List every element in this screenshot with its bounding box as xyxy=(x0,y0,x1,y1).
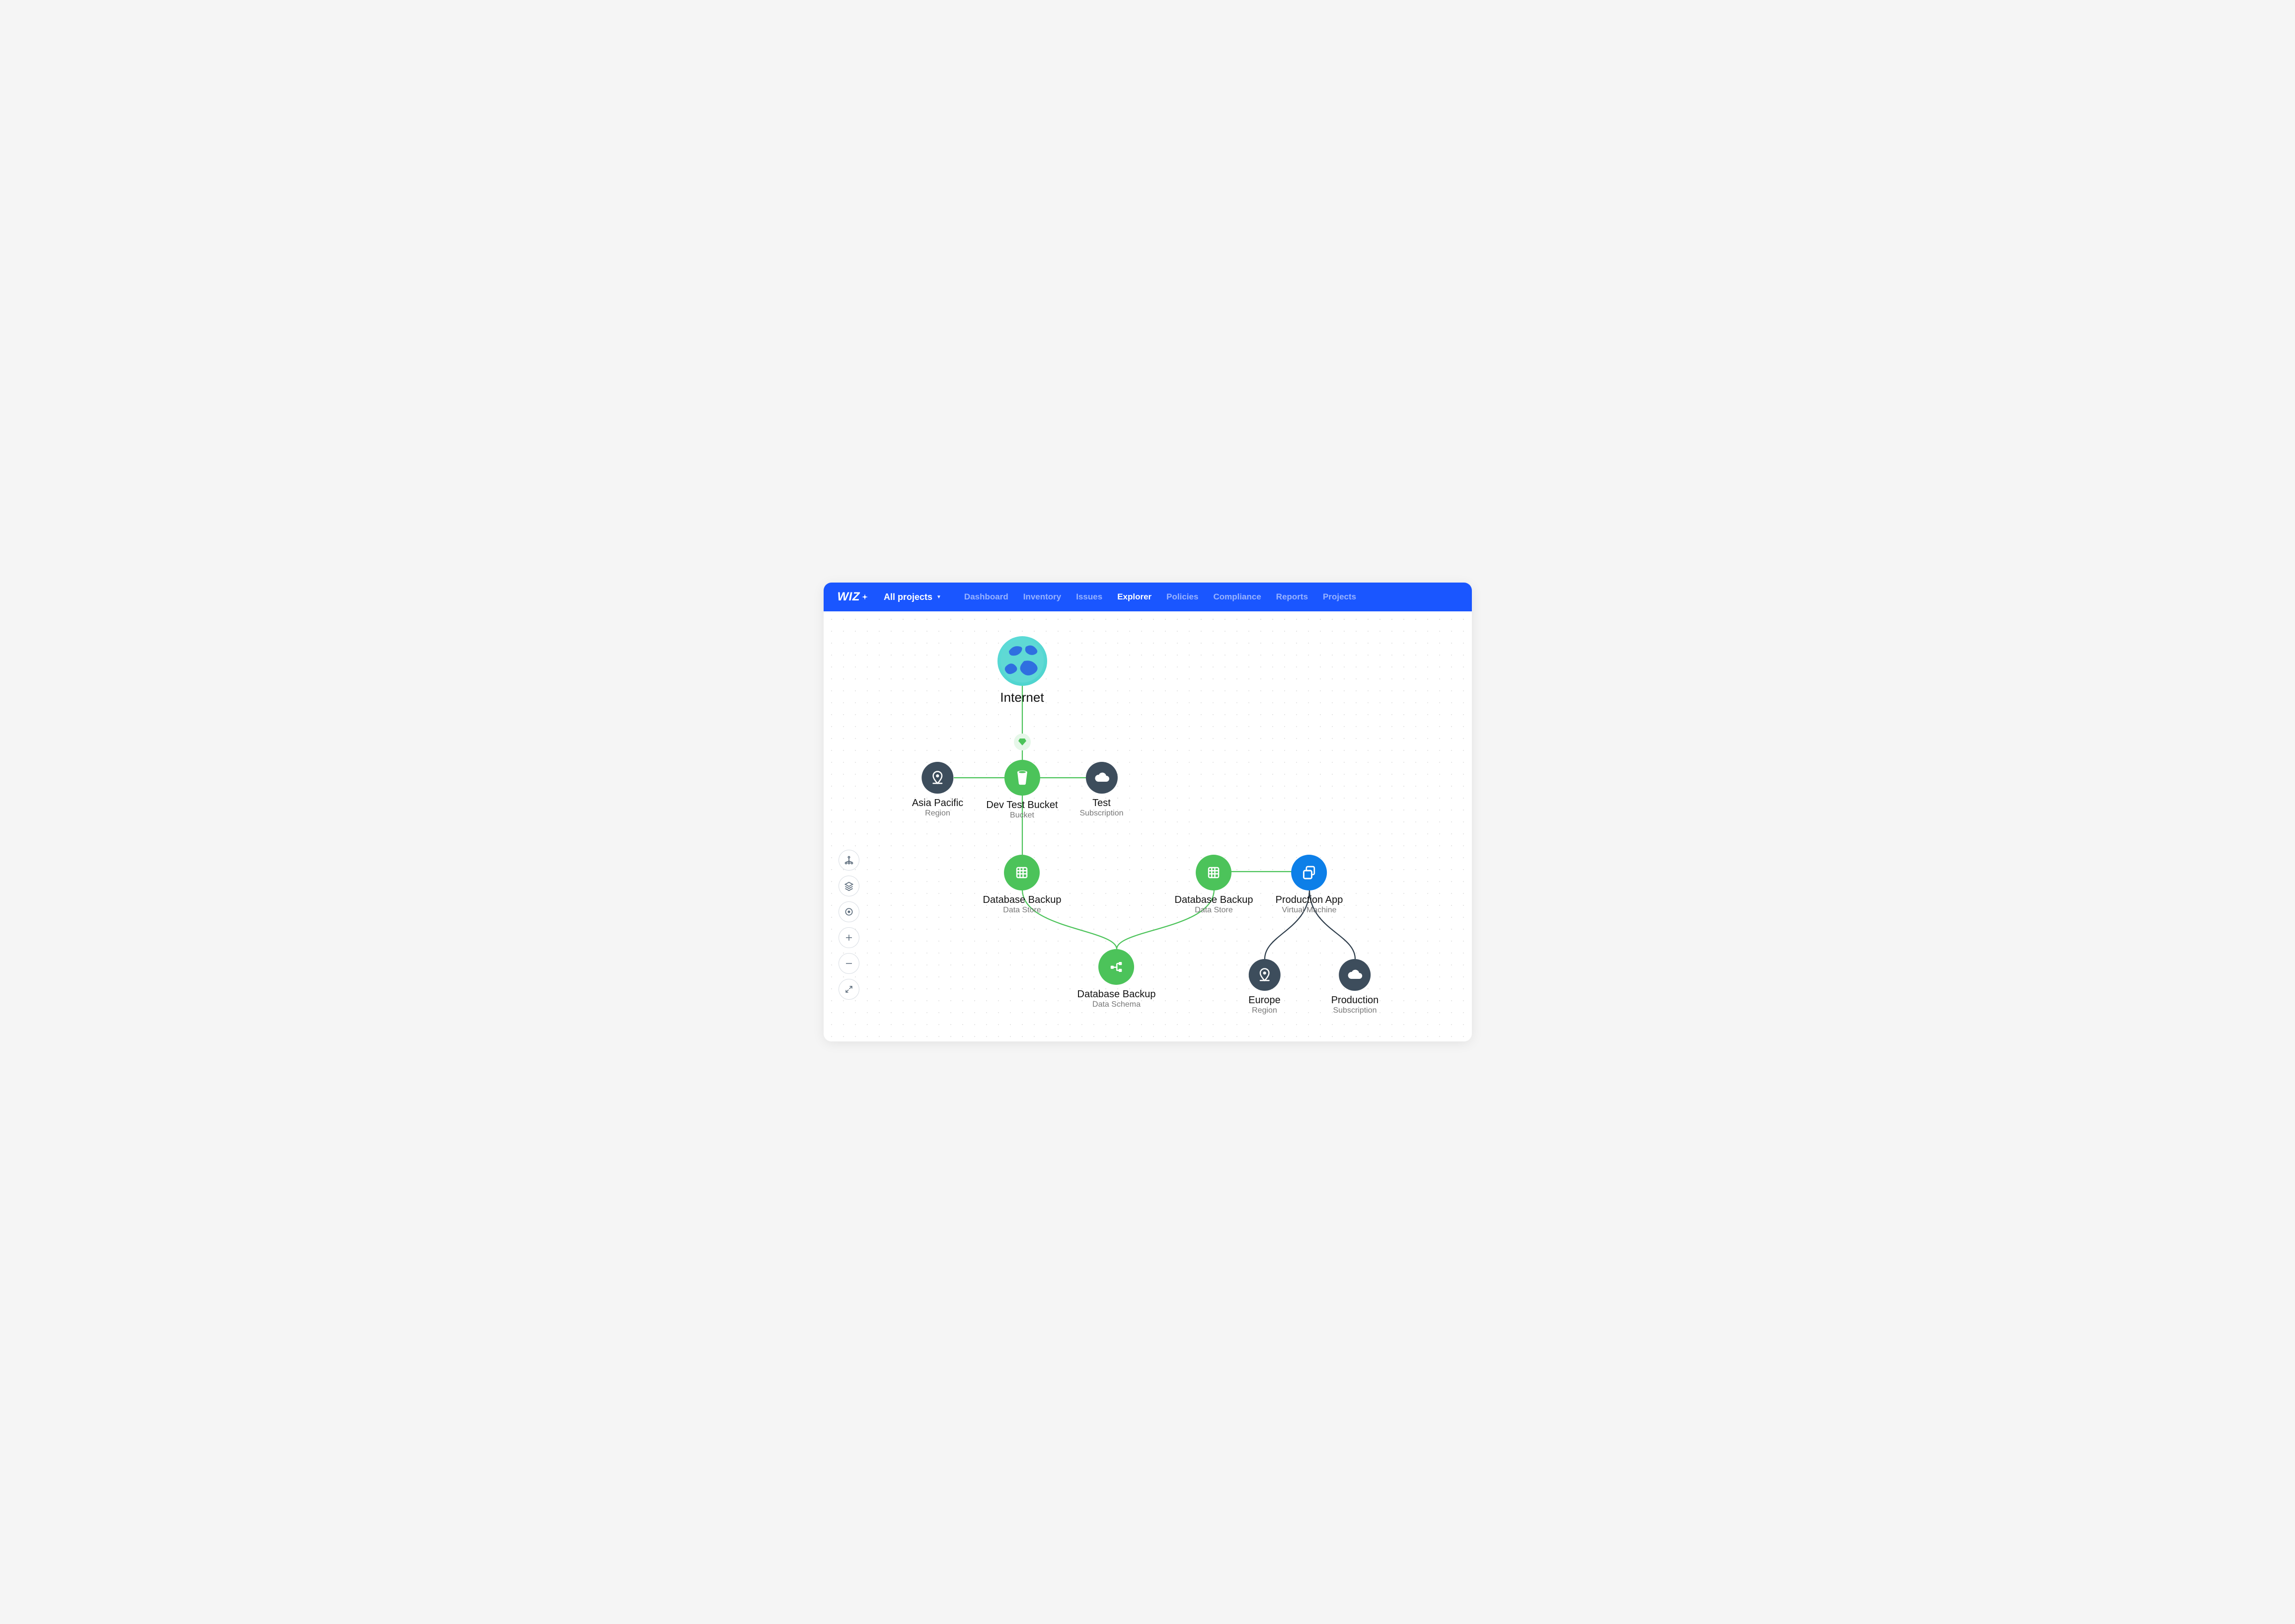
nav-policies[interactable]: Policies xyxy=(1166,592,1198,602)
schema-icon xyxy=(1098,949,1134,985)
node-title: Internet xyxy=(997,690,1047,705)
node-production-subscription[interactable]: Production Subscription xyxy=(1331,959,1379,1015)
node-subtitle: Bucket xyxy=(986,811,1058,820)
canvas-tool-column xyxy=(839,850,859,1000)
graph-layer: Internet Asia Pacific Region xyxy=(824,611,1472,1041)
nav-reports[interactable]: Reports xyxy=(1276,592,1308,602)
graph-layout-icon xyxy=(844,855,854,865)
node-title: Asia Pacific xyxy=(912,798,963,809)
node-production-app[interactable]: Production App Virtual Machine xyxy=(1276,855,1343,915)
node-test-subscription[interactable]: Test Subscription xyxy=(1079,762,1123,818)
expand-icon xyxy=(844,985,853,994)
cloud-icon xyxy=(1339,959,1371,991)
node-title: Database Backup xyxy=(983,894,1062,906)
nav-links: Dashboard Inventory Issues Explorer Poli… xyxy=(964,592,1356,602)
minus-icon xyxy=(844,959,853,968)
nav-issues[interactable]: Issues xyxy=(1076,592,1102,602)
zoom-in-button[interactable] xyxy=(839,927,859,948)
node-database-backup-left[interactable]: Database Backup Data Store xyxy=(983,855,1062,915)
node-dev-test-bucket[interactable]: Dev Test Bucket Bucket xyxy=(986,760,1058,820)
plus-icon xyxy=(844,933,853,942)
node-title: Europe xyxy=(1248,995,1281,1006)
node-europe[interactable]: Europe Region xyxy=(1248,959,1281,1015)
globe-icon xyxy=(997,636,1047,686)
node-subtitle: Region xyxy=(1248,1006,1281,1015)
virtual-machine-icon xyxy=(1292,855,1327,890)
node-subtitle: Region xyxy=(912,809,963,818)
node-subtitle: Data Schema xyxy=(1077,1000,1156,1009)
fullscreen-button[interactable] xyxy=(839,979,859,1000)
sparkle-icon xyxy=(862,594,868,600)
bucket-icon xyxy=(1004,760,1040,796)
explorer-canvas[interactable]: Internet Asia Pacific Region xyxy=(824,611,1472,1041)
node-subtitle: Virtual Machine xyxy=(1276,906,1343,915)
app-frame: WIZ All projects ▼ Dashboard Inventory I… xyxy=(824,583,1472,1041)
cloud-icon xyxy=(1085,762,1117,794)
graph-layout-button[interactable] xyxy=(839,850,859,871)
focus-button[interactable] xyxy=(839,901,859,922)
node-database-backup-schema[interactable]: Database Backup Data Schema xyxy=(1077,949,1156,1009)
node-internet[interactable]: Internet xyxy=(997,636,1047,705)
node-subtitle: Subscription xyxy=(1079,809,1123,818)
target-icon xyxy=(844,907,854,917)
node-title: Database Backup xyxy=(1175,894,1253,906)
node-title: Production App xyxy=(1276,894,1343,906)
node-asia-pacific[interactable]: Asia Pacific Region xyxy=(912,762,963,818)
project-switcher[interactable]: All projects ▼ xyxy=(884,592,941,602)
node-database-backup-right[interactable]: Database Backup Data Store xyxy=(1175,855,1253,915)
nav-compliance[interactable]: Compliance xyxy=(1213,592,1261,602)
crown-jewel-badge[interactable] xyxy=(1014,734,1031,750)
data-store-icon xyxy=(1004,855,1040,890)
nav-projects[interactable]: Projects xyxy=(1323,592,1356,602)
node-title: Dev Test Bucket xyxy=(986,800,1058,811)
map-pin-icon xyxy=(922,762,954,794)
node-title: Production xyxy=(1331,995,1379,1006)
nav-dashboard[interactable]: Dashboard xyxy=(964,592,1008,602)
layers-button[interactable] xyxy=(839,876,859,896)
nav-inventory[interactable]: Inventory xyxy=(1023,592,1062,602)
layers-icon xyxy=(844,881,854,891)
zoom-out-button[interactable] xyxy=(839,953,859,974)
diamond-icon xyxy=(1018,738,1026,745)
node-subtitle: Subscription xyxy=(1331,1006,1379,1015)
node-title: Test xyxy=(1079,798,1123,809)
data-store-icon xyxy=(1196,855,1231,890)
project-switcher-label: All projects xyxy=(884,592,932,602)
topbar: WIZ All projects ▼ Dashboard Inventory I… xyxy=(824,583,1472,611)
node-subtitle: Data Store xyxy=(1175,906,1253,915)
node-subtitle: Data Store xyxy=(983,906,1062,915)
map-pin-icon xyxy=(1249,959,1281,991)
chevron-down-icon: ▼ xyxy=(936,594,941,600)
nav-explorer[interactable]: Explorer xyxy=(1117,592,1151,602)
brand-name: WIZ xyxy=(838,590,860,604)
node-title: Database Backup xyxy=(1077,989,1156,1000)
brand-logo[interactable]: WIZ xyxy=(838,590,868,604)
